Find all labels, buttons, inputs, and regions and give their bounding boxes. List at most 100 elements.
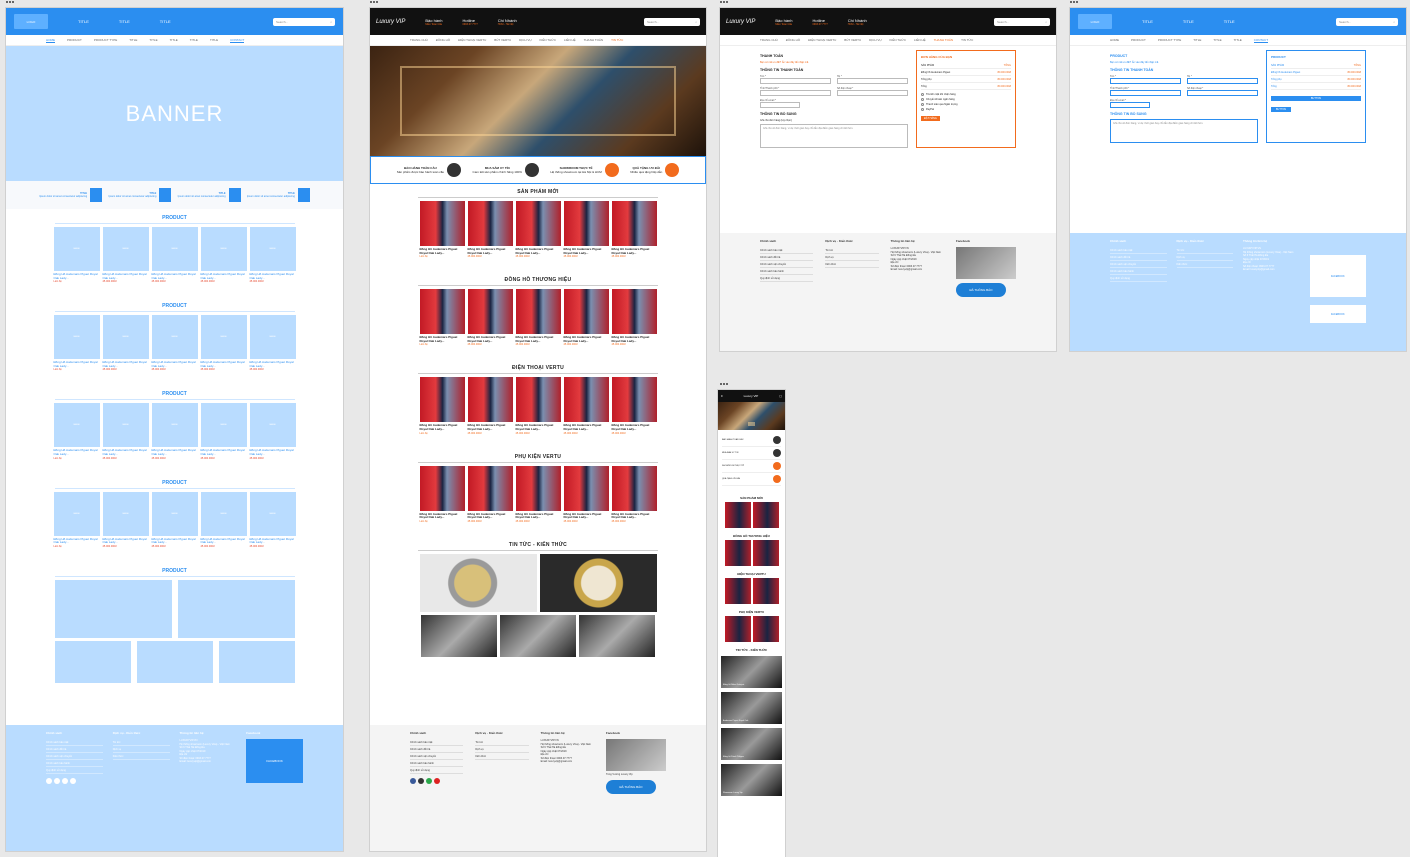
product-image[interactable]: IMAGE — [53, 227, 100, 271]
footer-link[interactable]: Tin tức — [1176, 247, 1233, 254]
news-title[interactable]: Showroom Luxury Vip — [723, 792, 743, 794]
product-name[interactable]: Đồng Hồ Audemars Piguet Royal Oak Lady..… — [564, 512, 609, 520]
logo[interactable]: LOGO — [14, 14, 48, 29]
footer-link[interactable]: Kiến thức — [825, 261, 879, 268]
product-image[interactable]: IMAGE — [53, 403, 100, 448]
product-image[interactable] — [419, 201, 465, 246]
product-card[interactable]: Đồng Hồ Audemars Piguet Royal Oak Lady..… — [563, 201, 609, 258]
product-image[interactable]: IMAGE — [102, 491, 149, 536]
nav-item[interactable]: TIN TỨC — [961, 38, 973, 42]
product-card[interactable]: Đồng Hồ Audemars Piguet Royal Oak Lady..… — [515, 377, 561, 435]
search-input[interactable]: Search... ⌕ — [994, 17, 1050, 26]
last-name-field[interactable] — [837, 78, 908, 84]
promo-image[interactable] — [177, 579, 295, 638]
nav-item[interactable]: ĐỒNG HỒ — [786, 38, 800, 42]
footer-link[interactable]: Tin tức — [475, 739, 529, 746]
payment-option[interactable]: PayPal — [921, 108, 1011, 111]
nav-item[interactable]: TITLE — [190, 38, 198, 42]
nav-item[interactable]: DỊCH VỤ — [519, 38, 531, 42]
footer-link[interactable]: Chính sách đổi trả — [410, 746, 464, 753]
youtube-icon[interactable] — [434, 778, 440, 784]
phone-icon[interactable] — [62, 778, 68, 784]
product-name[interactable]: Đồng Hồ Audemars Piguet Royal Oak Lady..… — [468, 512, 513, 520]
product-card[interactable]: Đồng Hồ Audemars Piguet Royal Oak Lady..… — [419, 289, 465, 346]
nav-item[interactable]: TRANG CHỦ — [410, 38, 428, 42]
news-image[interactable] — [421, 614, 497, 657]
product-image[interactable] — [467, 201, 513, 246]
product-name[interactable]: Đồng Hồ Audemars Piguet Royal Oak Lady..… — [612, 424, 657, 431]
product-card[interactable]: IMAGE Đồng Hồ Audemars Piguet Royal Oak L… — [53, 403, 100, 460]
product-image[interactable] — [563, 465, 609, 511]
product-card[interactable]: Đồng Hồ Audemars Piguet Royal Oak Lady..… — [467, 465, 513, 523]
search-input[interactable]: Search... ⌕ — [273, 17, 335, 26]
footer-link[interactable]: Chính sách bảo mật — [1110, 247, 1167, 254]
footer-link[interactable]: Chính sách bảo mật — [760, 247, 814, 254]
footer-link[interactable]: Tin tức — [112, 739, 170, 746]
facebook-icon[interactable] — [46, 778, 52, 784]
footer-link[interactable]: Dịch vụ — [1176, 254, 1233, 261]
product-name[interactable]: Đồng Hồ Audemars Piguet Royal Oak Lady..… — [612, 335, 657, 343]
order-notes-textarea[interactable]: Ghi chú về đơn hàng, ví dụ: thời gian ha… — [760, 124, 908, 148]
product-card[interactable]: IMAGE Đồng Hồ Audemars Piguet Royal Oak L… — [151, 403, 198, 460]
product-card[interactable]: IMAGE Đồng Hồ Audemars Piguet Royal Oak L… — [151, 491, 198, 548]
email-field[interactable] — [760, 102, 800, 108]
product-card[interactable]: IMAGE Đồng Hồ Audemars Piguet Royal Oak L… — [200, 227, 247, 283]
product-card[interactable]: IMAGE Đồng Hồ Audemars Piguet Royal Oak L… — [102, 227, 149, 283]
nav-item[interactable]: TITLE — [170, 38, 178, 42]
logo[interactable]: LOGO — [1078, 14, 1112, 29]
footer-link[interactable]: Chính sách vận chuyển — [410, 753, 464, 760]
product-name[interactable]: Đồng Hồ Audemars Piguet Royal Oak Lady..… — [152, 537, 198, 545]
product-image[interactable] — [724, 616, 751, 642]
product-card[interactable]: Đồng Hồ Audemars Piguet Royal Oak Lady..… — [467, 377, 513, 435]
promo-image[interactable] — [136, 640, 213, 683]
news-image[interactable] — [539, 553, 657, 612]
product-card[interactable]: IMAGE Đồng Hồ Audemars Piguet Royal Oak L… — [102, 315, 149, 371]
facebook-widget[interactable]: FACEBOOK — [1309, 305, 1366, 323]
payment-option[interactable]: Chuyển khoản ngân hàng — [921, 98, 1011, 101]
product-name[interactable]: Đồng Hồ Audemars Piguet Royal Oak Lady..… — [420, 247, 465, 255]
facebook-widget[interactable] — [605, 739, 666, 771]
product-name[interactable]: Đồng Hồ Audemars Piguet Royal Oak Lady..… — [516, 335, 561, 343]
news-card[interactable]: Đồng hồ Rolex Datejust — [721, 656, 782, 688]
nav-item[interactable]: TRANG CHỦ — [760, 38, 778, 42]
news-title[interactable]: Đồng hồ Rolex Datejust — [723, 684, 744, 686]
product-card[interactable]: IMAGE Đồng Hồ Audemars Piguet Royal Oak L… — [102, 403, 149, 460]
product-name[interactable]: Đồng Hồ Audemars Piguet Royal Oak Lady..… — [420, 512, 465, 520]
product-image[interactable]: IMAGE — [200, 491, 247, 536]
product-image[interactable]: IMAGE — [151, 315, 198, 360]
product-name[interactable]: Đồng Hồ Audemars Piguet Royal Oak Lady..… — [420, 424, 465, 431]
product-image[interactable] — [611, 201, 657, 246]
nav-item[interactable]: LIÊN HỆ — [564, 38, 576, 42]
product-image[interactable]: IMAGE — [151, 491, 198, 536]
product-card[interactable]: IMAGE Đồng Hồ Audemars Piguet Royal Oak L… — [200, 403, 247, 460]
footer-link[interactable]: Chính sách vận chuyển — [760, 261, 814, 268]
product-name[interactable]: Đồng Hồ Audemars Piguet Royal Oak Lady..… — [103, 272, 149, 280]
footer-link[interactable]: Quy định sử dụng — [1110, 275, 1167, 282]
radio-icon[interactable] — [921, 108, 924, 111]
product-image[interactable]: IMAGE — [249, 491, 296, 536]
product-image[interactable]: IMAGE — [151, 403, 198, 448]
nav-item[interactable]: KIẾN THỨC — [540, 38, 557, 42]
footer-link[interactable]: Chính sách đổi trả — [760, 254, 814, 261]
product-card[interactable]: IMAGE Đồng Hồ Audemars Piguet Royal Oak L… — [53, 227, 100, 283]
news-card[interactable]: Showroom Luxury Vip — [721, 764, 782, 796]
search-input[interactable]: Search... ⌕ — [1336, 17, 1398, 26]
product-name[interactable]: Đồng Hồ Audemars Piguet Royal Oak Lady..… — [201, 537, 247, 545]
nav-item[interactable]: TITLE — [1213, 38, 1221, 42]
product-image[interactable] — [563, 201, 609, 246]
product-name[interactable]: Đồng Hồ Audemars Piguet Royal Oak Lady..… — [468, 424, 513, 431]
nav-item[interactable]: TITLE — [210, 38, 218, 42]
registered-badge[interactable]: ĐÃ THÔNG BÁO — [955, 283, 1006, 297]
product-image[interactable]: IMAGE — [53, 491, 100, 536]
product-name[interactable]: Đồng Hồ Audemars Piguet Royal Oak Lady..… — [250, 360, 296, 368]
nav-item[interactable]: THANH TOÁN — [584, 38, 603, 42]
product-name[interactable]: Đồng Hồ Audemars Piguet Royal Oak Lady..… — [54, 360, 100, 368]
product-name[interactable]: Đồng Hồ Audemars Piguet Royal Oak Lady..… — [54, 449, 100, 456]
footer-link[interactable]: Chính sách bảo hành — [46, 760, 103, 767]
product-card[interactable]: Đồng Hồ Audemars Piguet Royal Oak Lady..… — [515, 465, 561, 523]
search-icon[interactable]: ⌕ — [1393, 20, 1395, 24]
promo-image[interactable] — [54, 579, 172, 638]
product-card[interactable]: IMAGE Đồng Hồ Audemars Piguet Royal Oak L… — [249, 403, 296, 460]
product-name[interactable]: Đồng Hồ Audemars Piguet Royal Oak Lady..… — [250, 449, 296, 456]
product-name[interactable]: Đồng Hồ Audemars Piguet Royal Oak Lady..… — [564, 335, 609, 343]
